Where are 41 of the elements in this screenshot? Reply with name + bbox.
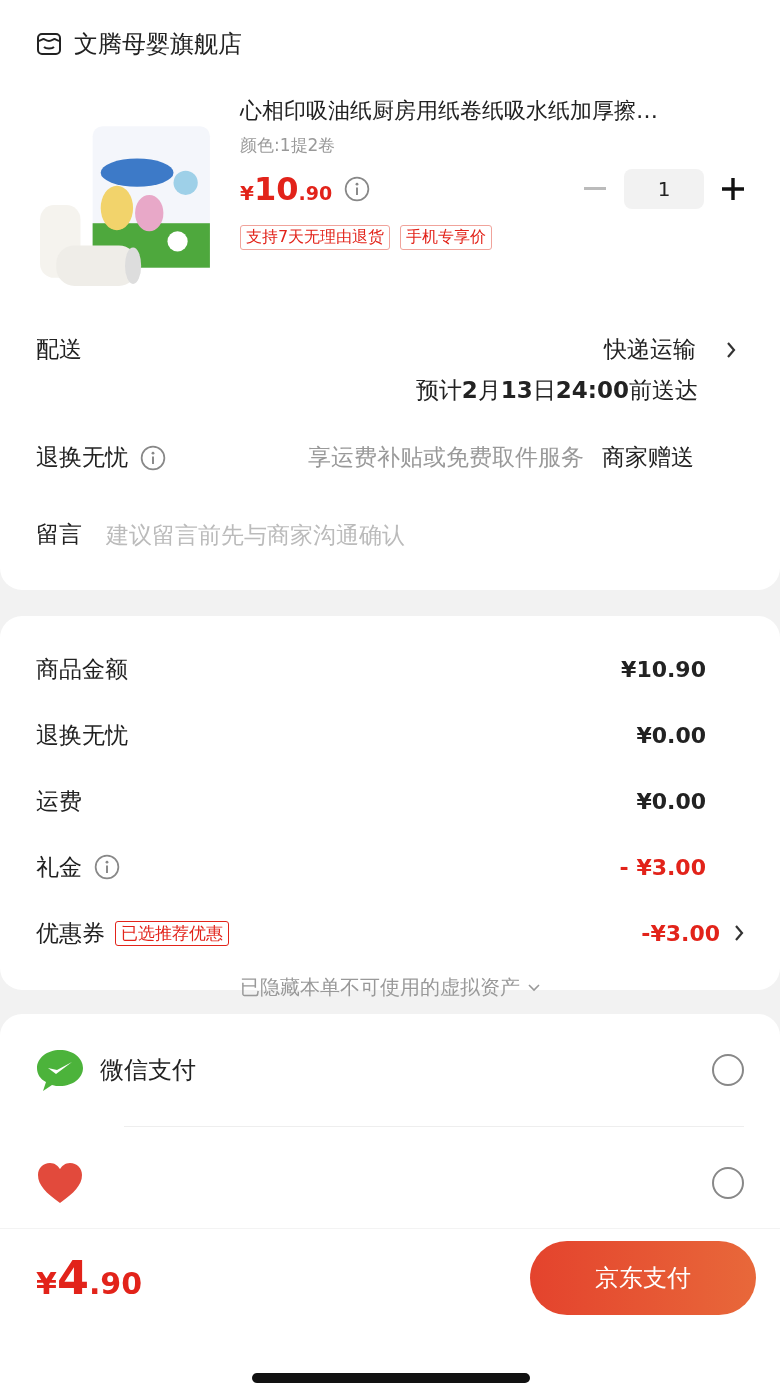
store-name[interactable]: 文腾母婴旗舰店 xyxy=(74,28,242,60)
info-icon[interactable] xyxy=(140,444,166,471)
store-icon xyxy=(36,32,62,56)
plus-icon[interactable] xyxy=(722,178,744,200)
product-title[interactable]: 心相印吸油纸厨房用纸卷纸吸水纸加厚擦… xyxy=(240,96,744,126)
summary-value: ¥0.00 xyxy=(636,722,706,748)
quantity-field[interactable]: 1 xyxy=(624,169,704,209)
total-price: ¥4.90 xyxy=(36,1251,143,1305)
summary-value: ¥10.90 xyxy=(621,656,706,682)
chevron-icon[interactable] xyxy=(726,340,736,359)
summary-label: 优惠券 xyxy=(36,918,105,948)
message-field[interactable]: 建议留言前先与商家沟通确认 xyxy=(106,521,744,548)
product-price: ¥10.90 xyxy=(240,170,333,208)
info-icon[interactable] xyxy=(94,854,120,880)
radio-button[interactable] xyxy=(712,1167,744,1199)
chat-bubble-icon xyxy=(36,1048,84,1092)
summary-label: 礼金 xyxy=(36,852,82,882)
summary-label: 运费 xyxy=(36,786,82,816)
return-provider: 商家赠送 xyxy=(602,443,694,472)
delivery-method[interactable]: 快递运输 xyxy=(604,334,696,365)
summary-value: ¥0.00 xyxy=(636,788,706,814)
info-icon[interactable] xyxy=(344,176,371,202)
message-label: 留言 xyxy=(36,520,82,549)
chevron-down-icon[interactable] xyxy=(528,983,540,992)
coupon-badge: 已选推荐优惠 xyxy=(115,920,229,946)
minus-icon[interactable] xyxy=(584,187,606,191)
return-label: 退换无忧 xyxy=(36,443,128,472)
product-tag: 支持7天无理由退货 xyxy=(240,225,391,250)
summary-value: -¥3.00 xyxy=(641,920,720,946)
summary-value: - ¥3.00 xyxy=(619,854,706,880)
return-description: 享运费补贴或免费取件服务 xyxy=(308,443,584,472)
summary-label: 退换无忧 xyxy=(36,720,128,750)
summary-label: 商品金额 xyxy=(36,654,128,684)
product-tag: 手机专享价 xyxy=(400,225,493,250)
payment-name: 微信支付 xyxy=(100,1055,196,1086)
pay-button[interactable]: 京东支付 xyxy=(530,1241,756,1315)
heart-icon xyxy=(36,1161,84,1205)
delivery-label: 配送 xyxy=(36,335,82,364)
radio-button[interactable] xyxy=(712,1054,744,1086)
chevron-icon[interactable] xyxy=(734,924,744,942)
product-spec: 颜色:1提2卷 xyxy=(240,134,337,157)
